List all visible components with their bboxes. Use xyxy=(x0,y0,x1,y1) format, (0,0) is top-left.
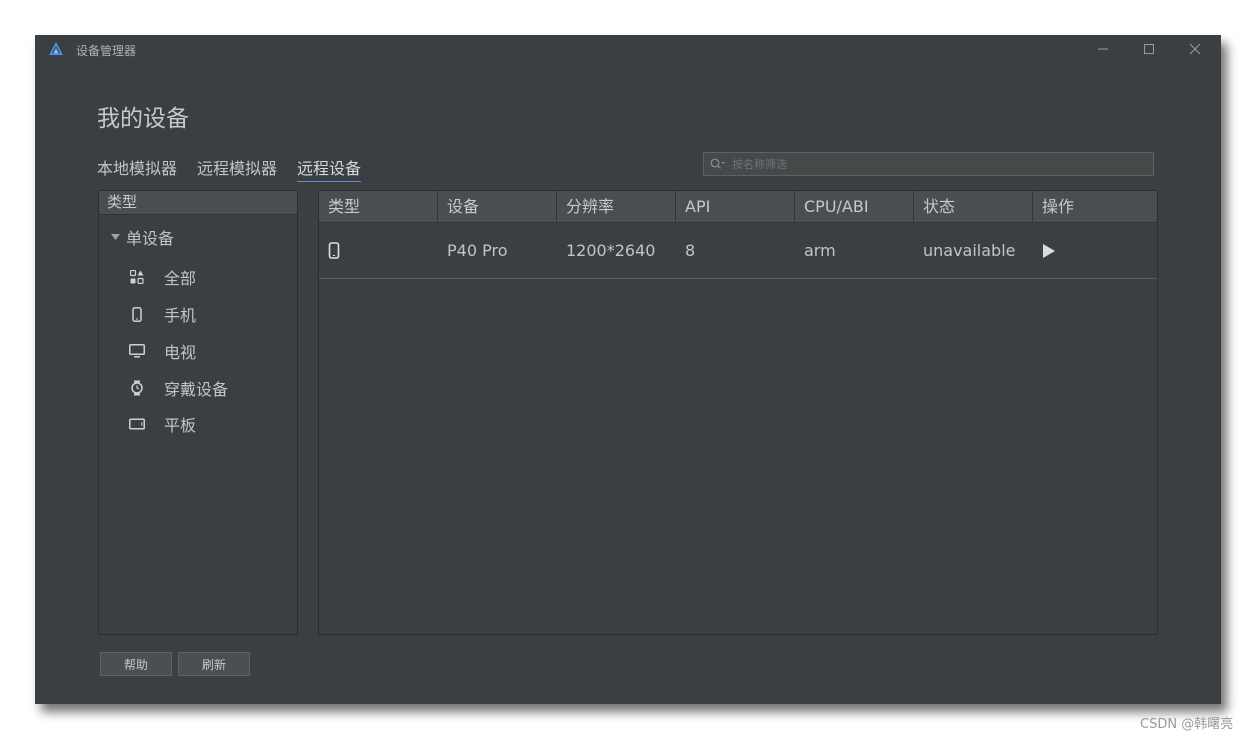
minimize-icon xyxy=(1098,48,1108,50)
table-row[interactable]: P40 Pro 1200*2640 8 arm unavailable xyxy=(319,223,1157,279)
search-input[interactable] xyxy=(730,156,1134,172)
cell-type xyxy=(319,242,438,259)
sidebar-item-label: 平板 xyxy=(164,416,197,435)
device-table: 类型 设备 分辨率 API CPU/ABI 状态 操作 P40 Pro 1200… xyxy=(318,190,1158,635)
cell-actions xyxy=(1033,243,1157,259)
sidebar-item-tv[interactable]: 电视 xyxy=(129,339,196,363)
column-header-cpu-abi[interactable]: CPU/ABI xyxy=(795,191,914,222)
search-icon xyxy=(710,158,725,169)
help-button[interactable]: 帮助 xyxy=(100,652,172,676)
sidebar-item-phone[interactable]: 手机 xyxy=(129,302,196,326)
column-header-type[interactable]: 类型 xyxy=(319,191,438,222)
minimize-button[interactable] xyxy=(1092,39,1114,59)
sidebar-item-label: 手机 xyxy=(164,306,197,325)
sidebar-item-label: 电视 xyxy=(164,343,197,362)
tab-remote-emulator[interactable]: 远程模拟器 xyxy=(197,155,277,182)
tab-local-emulator[interactable]: 本地模拟器 xyxy=(97,155,177,182)
title-bar: 设备管理器 xyxy=(35,35,1221,63)
watch-icon xyxy=(129,380,145,396)
page-title: 我的设备 xyxy=(97,106,189,132)
watermark: CSDN @韩曙亮 xyxy=(1140,717,1234,732)
phone-icon xyxy=(328,242,340,259)
column-header-resolution[interactable]: 分辨率 xyxy=(557,191,676,222)
tab-remote-device[interactable]: 远程设备 xyxy=(297,155,362,182)
sidebar-header: 类型 xyxy=(99,191,297,215)
window-title: 设备管理器 xyxy=(76,44,137,58)
triangle-down-icon[interactable] xyxy=(111,233,120,241)
type-sidebar: 类型 单设备 全部 手机 电视 穿戴设备 平板 xyxy=(98,190,298,635)
cell-device: P40 Pro xyxy=(447,241,508,260)
search-box xyxy=(703,152,1154,176)
sidebar-item-all[interactable]: 全部 xyxy=(129,265,196,289)
cell-resolution: 1200*2640 xyxy=(566,241,656,260)
tree-group-label: 单设备 xyxy=(126,229,175,248)
phone-icon xyxy=(129,306,145,322)
cell-status: unavailable xyxy=(923,241,1016,260)
close-icon xyxy=(1189,43,1201,55)
table-header: 类型 设备 分辨率 API CPU/ABI 状态 操作 xyxy=(319,191,1157,223)
column-header-status[interactable]: 状态 xyxy=(914,191,1033,222)
tab-bar: 本地模拟器 远程模拟器 远程设备 xyxy=(97,155,362,182)
device-manager-window: 设备管理器 我的设备 本地模拟器 远程模拟器 远程设备 类型 单设备 xyxy=(35,35,1221,704)
cell-cpu-abi: arm xyxy=(804,241,836,260)
column-header-actions[interactable]: 操作 xyxy=(1033,191,1157,222)
sidebar-item-tablet[interactable]: 平板 xyxy=(129,412,196,436)
close-button[interactable] xyxy=(1184,39,1206,59)
cell-api: 8 xyxy=(685,241,696,260)
column-header-api[interactable]: API xyxy=(676,191,795,222)
tablet-icon xyxy=(129,416,145,432)
tv-icon xyxy=(129,343,145,359)
maximize-icon xyxy=(1144,44,1154,54)
grid-icon xyxy=(129,269,145,285)
refresh-button[interactable]: 刷新 xyxy=(178,652,250,676)
maximize-button[interactable] xyxy=(1138,39,1160,59)
app-logo-icon xyxy=(49,42,63,55)
sidebar-item-label: 穿戴设备 xyxy=(164,380,229,399)
play-icon[interactable] xyxy=(1042,243,1056,259)
column-header-device[interactable]: 设备 xyxy=(438,191,557,222)
sidebar-item-wearable[interactable]: 穿戴设备 xyxy=(129,376,228,400)
tree-group-single-device[interactable]: 单设备 xyxy=(111,225,174,249)
sidebar-item-label: 全部 xyxy=(164,269,197,288)
